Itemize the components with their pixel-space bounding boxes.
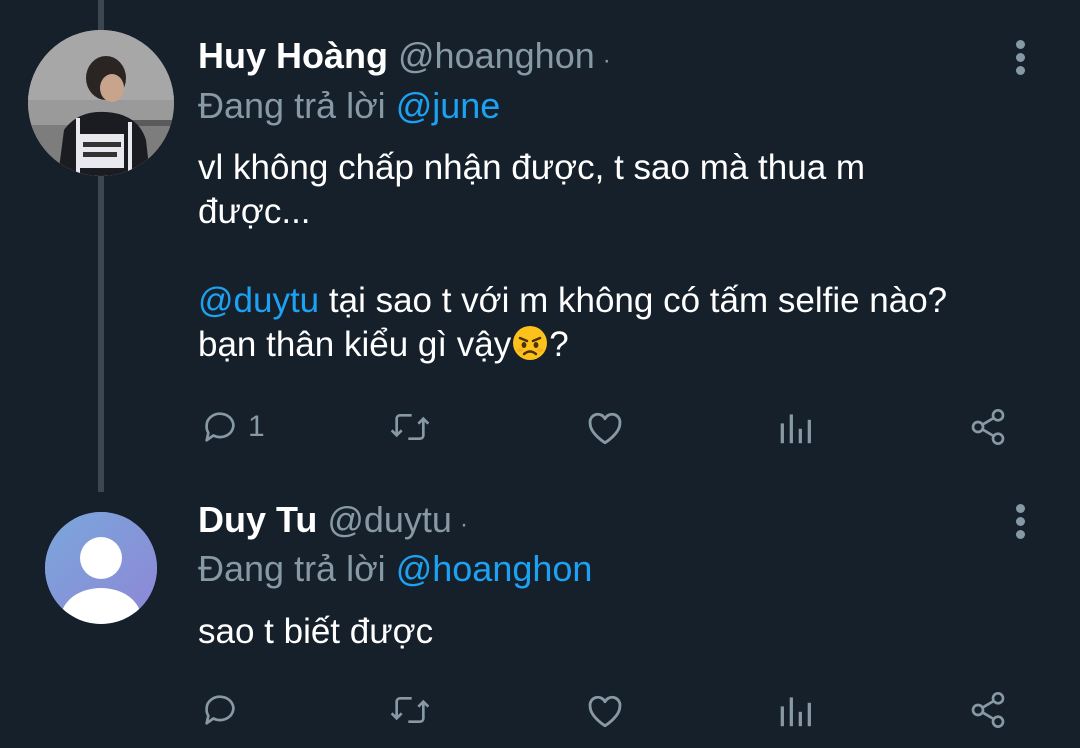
share-icon: [971, 409, 1005, 445]
angry-face-emoji: [513, 326, 548, 360]
replying-prefix: Đang trả lời: [198, 548, 386, 589]
tweet-text-span: bạn thân kiểu gì vậy: [198, 325, 512, 364]
more-vertical-icon: [1016, 40, 1025, 49]
share-button[interactable]: [968, 405, 1008, 449]
reply-count: 1: [248, 410, 265, 443]
retweet-button[interactable]: [388, 405, 432, 449]
reply-icon: [205, 695, 235, 725]
retweet-icon: [390, 414, 430, 440]
user-handle[interactable]: @duytu: [327, 499, 452, 540]
tweet-text-line: sao t biết được: [198, 612, 434, 651]
more-vertical-icon: [1016, 504, 1025, 513]
tweet-text: vl không chấp nhận được, t sao mà thua m…: [198, 146, 1048, 367]
tweet-actions: 1: [198, 405, 1018, 449]
display-name[interactable]: Duy Tu: [198, 499, 317, 540]
more-options-button[interactable]: [1016, 504, 1028, 543]
tweet-text-line: bạn thân kiểu gì vậy ?: [198, 323, 1048, 367]
separator-dot: ·: [602, 47, 611, 74]
tweet-actions: [198, 688, 1018, 732]
tweet-text: sao t biết được: [198, 610, 1048, 654]
user-handle[interactable]: @hoanghon: [398, 35, 595, 76]
tweet-text-line: được...: [198, 192, 311, 231]
default-avatar-icon: [45, 512, 157, 624]
retweet-icon: [390, 697, 430, 723]
analytics-icon: [780, 414, 811, 444]
replying-to-mention[interactable]: @june: [396, 85, 501, 126]
analytics-button[interactable]: [778, 688, 814, 732]
share-icon: [971, 692, 1005, 728]
more-dot: [1016, 517, 1025, 526]
tweet-header: Huy Hoàng @hoanghon ·: [198, 34, 1000, 78]
tweet-huy-hoang[interactable]: Huy Hoàng @hoanghon · Đang trả lời @june v…: [0, 0, 1080, 490]
tweet-header: Duy Tu @duytu ·: [198, 498, 1000, 542]
like-button[interactable]: [584, 688, 626, 732]
heart-icon: [588, 695, 622, 728]
tweet-text-span: tại sao t với m không có tấm selfie nào?: [319, 281, 948, 320]
replying-to-mention[interactable]: @hoanghon: [396, 548, 593, 589]
replying-to: Đang trả lời @june: [198, 84, 500, 128]
avatar-photo: [28, 30, 174, 176]
analytics-icon: [780, 697, 811, 727]
like-button[interactable]: [584, 405, 626, 449]
separator-dot: ·: [459, 511, 468, 538]
share-button[interactable]: [968, 688, 1008, 732]
retweet-button[interactable]: [388, 688, 432, 732]
more-dot: [1016, 53, 1025, 62]
more-options-button[interactable]: [1016, 40, 1028, 79]
tweet-text-line: vl không chấp nhận được, t sao mà thua m: [198, 148, 866, 187]
mention-link[interactable]: @duytu: [198, 281, 319, 320]
replying-to: Đang trả lời @hoanghon: [198, 547, 592, 591]
display-name[interactable]: Huy Hoàng: [198, 35, 388, 76]
tweet-text-span: ?: [549, 325, 569, 364]
heart-icon: [588, 412, 622, 445]
avatar[interactable]: [45, 512, 157, 624]
more-dot: [1016, 530, 1025, 539]
reply-button[interactable]: 1: [200, 405, 265, 449]
reply-icon: [205, 412, 235, 442]
avatar[interactable]: [28, 30, 174, 176]
replying-prefix: Đang trả lời: [198, 85, 386, 126]
reply-button[interactable]: [200, 688, 240, 732]
tweet-text-line: @duytu tại sao t với m không có tấm self…: [198, 279, 1048, 323]
analytics-button[interactable]: [778, 405, 814, 449]
tweet-duy-tu[interactable]: Duy Tu @duytu · Đang trả lời @hoanghon sao…: [0, 490, 1080, 748]
more-dot: [1016, 66, 1025, 75]
